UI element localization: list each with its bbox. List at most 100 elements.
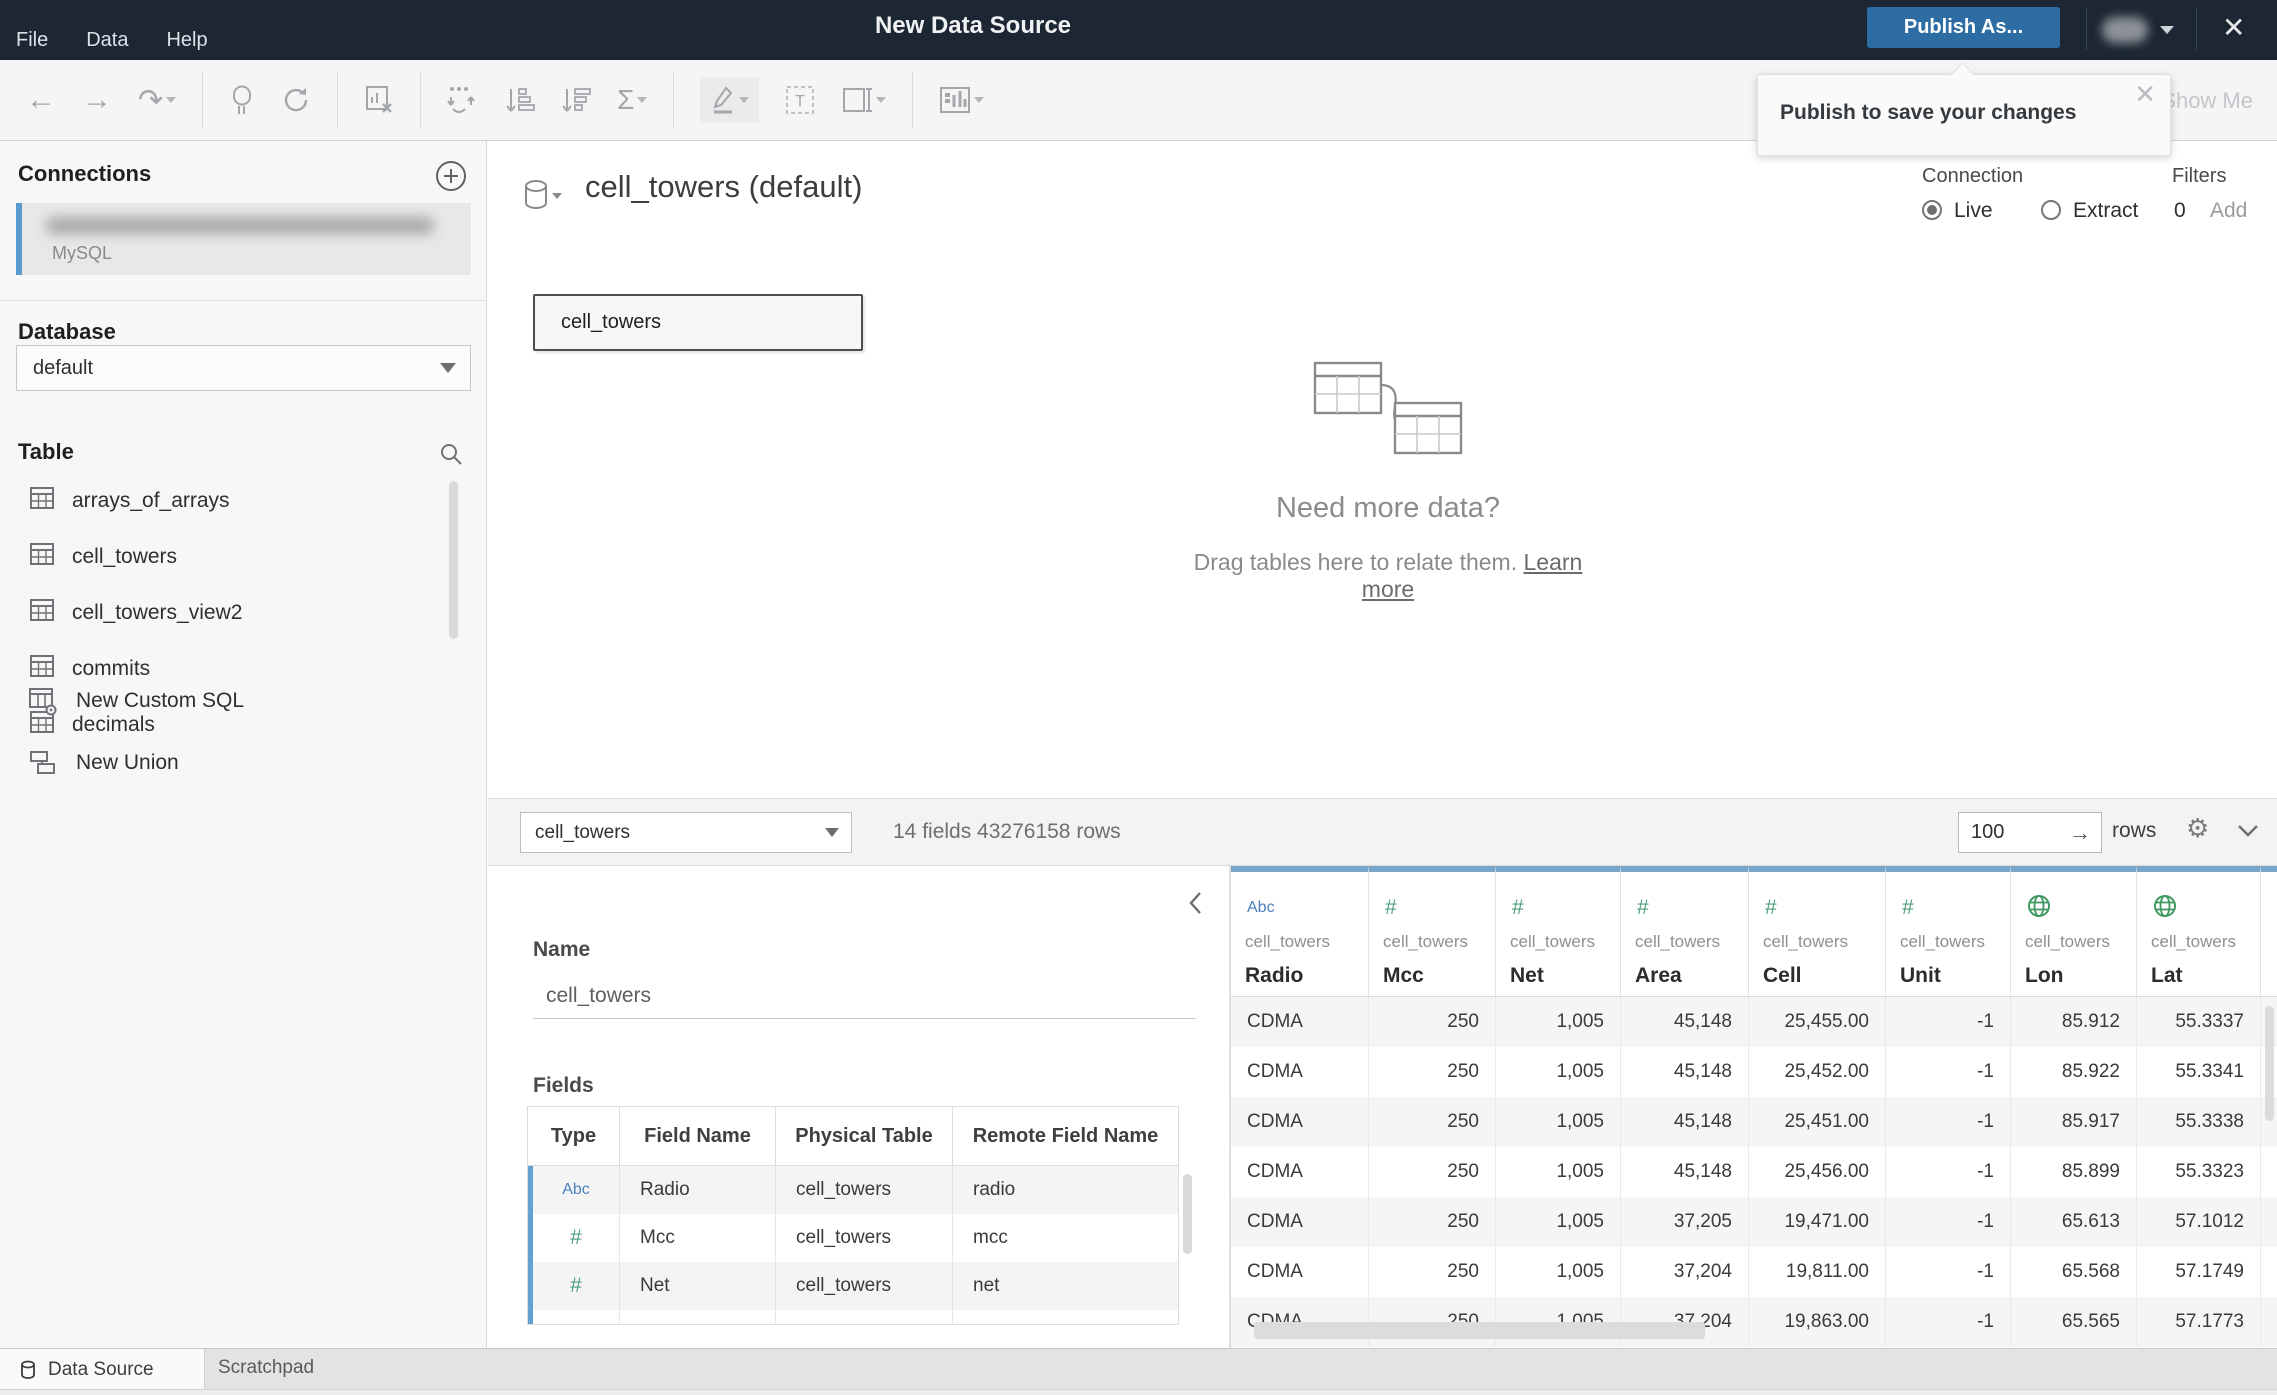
fields-table: Type Field Name Physical Table Remote Field… — [527, 1106, 1179, 1325]
grid-cell: 55.3323 — [2137, 1147, 2261, 1197]
grid-table-select-value: cell_towers — [535, 821, 631, 843]
live-radio[interactable] — [1922, 200, 1942, 220]
grid-vertical-scrollbar[interactable] — [2265, 1006, 2274, 1121]
sort-ascending-button[interactable] — [505, 85, 536, 115]
tab-data-source[interactable]: Data Source — [0, 1349, 205, 1390]
new-union-button[interactable]: New Union — [0, 743, 179, 783]
column-table-label: cell_towers — [2151, 932, 2237, 951]
add-connection-icon[interactable] — [434, 159, 468, 198]
filters-add-button[interactable]: Add — [2210, 199, 2247, 223]
sidebar-divider — [0, 300, 487, 301]
extract-radio-label[interactable]: Extract — [2073, 199, 2138, 223]
grid-column-header-lon[interactable]: cell_towers Lon — [2011, 866, 2137, 997]
grid-cell: 57.1012 — [2137, 1197, 2261, 1247]
totals-sigma-button[interactable]: Σ — [617, 84, 648, 116]
new-custom-sql-button[interactable]: New Custom SQL — [0, 681, 244, 721]
fields-label: Fields — [533, 1074, 594, 1097]
grid-cell: 55.3337 — [2137, 997, 2261, 1047]
avatar-caret-icon[interactable] — [2160, 26, 2174, 34]
database-heading: Database — [18, 319, 116, 344]
grid-table-select[interactable]: cell_towers — [520, 812, 852, 853]
live-radio-label[interactable]: Live — [1954, 199, 1993, 223]
grid-horizontal-scrollbar[interactable] — [1254, 1322, 1705, 1339]
tooltip-close-icon[interactable]: ✕ — [2134, 79, 2156, 110]
text-label-button[interactable]: T — [785, 85, 815, 115]
undo-button[interactable]: ← — [26, 83, 56, 117]
column-table-label: cell_towers — [1635, 932, 1721, 951]
table-grid-icon — [30, 543, 54, 571]
table-list-item-cell_towers[interactable]: cell_towers — [0, 529, 487, 585]
grid-cell: 45,148 — [1621, 1147, 1749, 1197]
fields-header-physical-table[interactable]: Physical Table — [776, 1107, 953, 1165]
fields-table-scrollbar[interactable] — [1183, 1174, 1192, 1254]
table-list-item-arrays_of_arrays[interactable]: arrays_of_arrays — [0, 473, 487, 529]
grid-cell: 85.912 — [2011, 997, 2137, 1047]
chevron-down-icon — [825, 828, 839, 837]
table-node-cell-towers[interactable]: cell_towers — [533, 294, 863, 351]
table-list-scrollbar[interactable] — [449, 481, 458, 639]
replay-button[interactable]: ↷ — [138, 83, 177, 118]
highlight-button[interactable] — [700, 77, 760, 123]
show-me-button[interactable]: Show Me — [2161, 88, 2253, 114]
extract-radio[interactable] — [2041, 200, 2061, 220]
tab-scratchpad[interactable]: Scratchpad — [218, 1357, 314, 1379]
publish-as-button[interactable]: Publish As... — [1867, 7, 2060, 48]
fields-header-remote-field-name[interactable]: Remote Field Name — [953, 1107, 1178, 1165]
number-type-icon: # — [1765, 896, 1777, 919]
grid-cell: -1 — [1886, 997, 2011, 1047]
column-field-name: Mcc — [1383, 964, 1424, 987]
fields-row-radio[interactable]: Abc Radio cell_towers radio — [528, 1166, 1178, 1214]
tooltip-text: Publish to save your changes — [1780, 101, 2077, 124]
name-value[interactable]: cell_towers — [546, 984, 651, 1008]
grid-cell: 85.922 — [2011, 1047, 2137, 1097]
database-select[interactable]: default — [16, 345, 471, 391]
grid-column-header-net[interactable]: # cell_towers Net — [1496, 866, 1621, 997]
close-window-icon[interactable]: ✕ — [2222, 12, 2245, 44]
swap-rows-columns-button[interactable] — [447, 85, 479, 115]
datasource-cylinder-icon[interactable] — [523, 179, 549, 216]
fields-row-mcc[interactable]: # Mcc cell_towers mcc — [528, 1214, 1178, 1262]
apply-row-count-icon[interactable]: → — [2069, 820, 2091, 846]
grid-column-header-partial — [2261, 866, 2277, 997]
grid-column-header-mcc[interactable]: # cell_towers Mcc — [1369, 866, 1496, 997]
connection-section-label: Connection — [1922, 165, 2024, 187]
grid-column-header-lat[interactable]: cell_towers Lat — [2137, 866, 2261, 997]
relate-tables-illustration — [1313, 361, 1463, 456]
cell-size-button[interactable] — [841, 85, 887, 115]
field-cell — [776, 1310, 953, 1324]
menu-file[interactable]: File — [16, 29, 48, 52]
field-cell — [620, 1310, 776, 1324]
menu-data[interactable]: Data — [86, 29, 128, 52]
avatar[interactable] — [2102, 17, 2148, 43]
fields-header-type[interactable]: Type — [528, 1107, 620, 1165]
grid-column-header-cell[interactable]: # cell_towers Cell — [1749, 866, 1886, 997]
connection-item[interactable]: MySQL — [16, 203, 471, 275]
gear-icon[interactable]: ⚙ — [2186, 813, 2209, 844]
chevron-down-icon[interactable] — [2236, 823, 2260, 844]
search-icon[interactable] — [438, 441, 464, 472]
fit-view-button[interactable] — [939, 85, 985, 115]
datasource-caret-icon[interactable] — [552, 193, 562, 199]
sort-descending-button[interactable] — [561, 85, 592, 115]
menu-help[interactable]: Help — [166, 29, 207, 52]
row-count-input[interactable]: 100 → — [1958, 812, 2102, 853]
grid-data-row: CDMA 250 1,005 45,148 25,456.00 -1 85.899 55.33… — [1231, 1147, 2277, 1197]
grid-cell: -1 — [1886, 1197, 2011, 1247]
collapse-panel-icon[interactable] — [1186, 890, 1204, 921]
grid-column-header-unit[interactable]: # cell_towers Unit — [1886, 866, 2011, 997]
connections-sidebar: Connections MySQL Database default Table… — [0, 141, 487, 1348]
grid-cell: -1 — [1886, 1047, 2011, 1097]
grid-cell-partial — [2261, 1197, 2277, 1247]
fields-row-net[interactable]: # Net cell_towers net — [528, 1262, 1178, 1310]
data-source-pause-button[interactable] — [229, 85, 255, 115]
grid-cell: -1 — [1886, 1097, 2011, 1147]
grid-column-header-radio[interactable]: Abc cell_towers Radio — [1231, 866, 1369, 997]
table-list-item-cell_towers_view2[interactable]: cell_towers_view2 — [0, 585, 487, 641]
redo-button[interactable]: → — [82, 83, 112, 117]
refresh-button[interactable] — [281, 85, 311, 115]
grid-column-header-area[interactable]: # cell_towers Area — [1621, 866, 1749, 997]
physical-table-cell: cell_towers — [776, 1166, 953, 1214]
clear-sheet-button[interactable] — [364, 85, 394, 115]
fields-header-field-name[interactable]: Field Name — [620, 1107, 776, 1165]
grid-cell: 45,148 — [1621, 1047, 1749, 1097]
